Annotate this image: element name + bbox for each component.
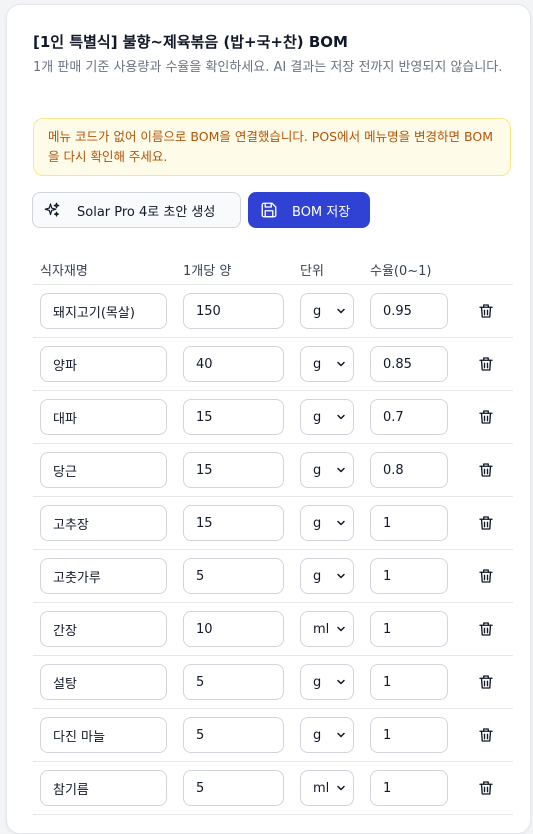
chevron-down-icon — [335, 358, 347, 370]
floppy-disk-icon — [260, 201, 278, 219]
ingredient-name-input[interactable]: 간장 — [40, 611, 167, 647]
page-subtitle: 1개 판매 기준 사용량과 수율을 확인하세요. AI 결과는 저장 전까지 반… — [33, 60, 503, 75]
ingredient-name-input[interactable]: 고추장 — [40, 505, 167, 541]
ingredient-name-input[interactable]: 참기름 — [40, 770, 167, 806]
table-row: 고춧가루 5 g 1 — [33, 550, 513, 603]
quantity-input[interactable]: 15 — [183, 505, 284, 541]
save-bom-label: BOM 저장 — [292, 204, 351, 220]
quantity-input[interactable]: 15 — [183, 452, 284, 488]
yield-input[interactable]: 1 — [370, 664, 448, 700]
table-row: 설탕 5 g 1 — [33, 656, 513, 709]
ingredient-name-input[interactable]: 당근 — [40, 452, 167, 488]
unit-select[interactable]: g — [300, 452, 354, 488]
unit-select[interactable]: g — [300, 346, 354, 382]
table-row: 대파 15 g 0.7 — [33, 391, 513, 444]
trash-icon[interactable] — [477, 673, 495, 691]
trash-icon[interactable] — [477, 302, 495, 320]
chevron-down-icon — [335, 411, 347, 423]
yield-input[interactable]: 1 — [370, 717, 448, 753]
chevron-down-icon — [335, 782, 347, 794]
quantity-input[interactable]: 40 — [183, 346, 284, 382]
unit-value: ml — [313, 621, 330, 637]
unit-select[interactable]: g — [300, 293, 354, 329]
notice-banner: 메뉴 코드가 없어 이름으로 BOM을 연결했습니다. POS에서 메뉴명을 변… — [33, 118, 511, 176]
ingredient-name-input[interactable]: 대파 — [40, 399, 167, 435]
unit-value: g — [313, 515, 322, 531]
trash-icon[interactable] — [477, 567, 495, 585]
yield-input[interactable]: 0.7 — [370, 399, 448, 435]
ingredient-name-input[interactable]: 고춧가루 — [40, 558, 167, 594]
solar-generate-label: Solar Pro 4로 초안 생성 — [77, 204, 216, 220]
bom-card: [1인 특별식] 불향~제육볶음 (밥+국+찬) BOM 1개 판매 기준 사용… — [6, 4, 531, 834]
yield-input[interactable]: 1 — [370, 611, 448, 647]
quantity-input[interactable]: 5 — [183, 770, 284, 806]
chevron-down-icon — [335, 676, 347, 688]
table-row: 간장 10 ml 1 — [33, 603, 513, 656]
unit-select[interactable]: g — [300, 558, 354, 594]
ingredient-name-input[interactable]: 설탕 — [40, 664, 167, 700]
trash-icon[interactable] — [477, 779, 495, 797]
table-row: 양파 40 g 0.85 — [33, 338, 513, 391]
quantity-input[interactable]: 10 — [183, 611, 284, 647]
quantity-input[interactable]: 5 — [183, 558, 284, 594]
unit-select[interactable]: g — [300, 399, 354, 435]
unit-value: g — [313, 674, 322, 690]
chevron-down-icon — [335, 729, 347, 741]
table-row: 당근 15 g 0.8 — [33, 444, 513, 497]
quantity-input[interactable]: 150 — [183, 293, 284, 329]
table-row: 돼지고기(목살) 150 g 0.95 — [33, 285, 513, 338]
ingredient-name-input[interactable]: 다진 마늘 — [40, 717, 167, 753]
trash-icon[interactable] — [477, 514, 495, 532]
unit-value: ml — [313, 780, 330, 796]
quantity-input[interactable]: 5 — [183, 717, 284, 753]
yield-input[interactable]: 1 — [370, 770, 448, 806]
yield-input[interactable]: 1 — [370, 505, 448, 541]
chevron-down-icon — [335, 464, 347, 476]
trash-icon[interactable] — [477, 461, 495, 479]
column-header-yield: 수율(0~1) — [370, 264, 432, 279]
column-header-quantity: 1개당 양 — [183, 264, 232, 279]
unit-select[interactable]: g — [300, 664, 354, 700]
chevron-down-icon — [335, 623, 347, 635]
save-bom-button[interactable]: BOM 저장 — [248, 192, 370, 228]
unit-value: g — [313, 409, 322, 425]
trash-icon[interactable] — [477, 620, 495, 638]
solar-generate-button[interactable]: Solar Pro 4로 초안 생성 — [32, 192, 241, 228]
quantity-input[interactable]: 5 — [183, 664, 284, 700]
chevron-down-icon — [335, 305, 347, 317]
unit-value: g — [313, 727, 322, 743]
table-row: 참기름 5 ml 1 — [33, 762, 513, 815]
trash-icon[interactable] — [477, 408, 495, 426]
yield-input[interactable]: 0.8 — [370, 452, 448, 488]
chevron-down-icon — [335, 570, 347, 582]
yield-input[interactable]: 0.85 — [370, 346, 448, 382]
trash-icon[interactable] — [477, 726, 495, 744]
unit-value: g — [313, 568, 322, 584]
table-row: 다진 마늘 5 g 1 — [33, 709, 513, 762]
column-header-ingredient: 식자재명 — [40, 264, 88, 279]
unit-value: g — [313, 303, 322, 319]
sparkles-icon — [43, 201, 61, 219]
chevron-down-icon — [335, 517, 347, 529]
yield-input[interactable]: 0.95 — [370, 293, 448, 329]
quantity-input[interactable]: 15 — [183, 399, 284, 435]
unit-select[interactable]: ml — [300, 611, 354, 647]
table-row: 고추장 15 g 1 — [33, 497, 513, 550]
unit-value: g — [313, 356, 322, 372]
ingredient-name-input[interactable]: 양파 — [40, 346, 167, 382]
unit-select[interactable]: g — [300, 505, 354, 541]
page-title: [1인 특별식] 불향~제육볶음 (밥+국+찬) BOM — [33, 33, 348, 51]
ingredient-name-input[interactable]: 돼지고기(목살) — [40, 293, 167, 329]
column-header-unit: 단위 — [300, 264, 324, 279]
unit-value: g — [313, 462, 322, 478]
unit-select[interactable]: g — [300, 717, 354, 753]
trash-icon[interactable] — [477, 355, 495, 373]
unit-select[interactable]: ml — [300, 770, 354, 806]
yield-input[interactable]: 1 — [370, 558, 448, 594]
